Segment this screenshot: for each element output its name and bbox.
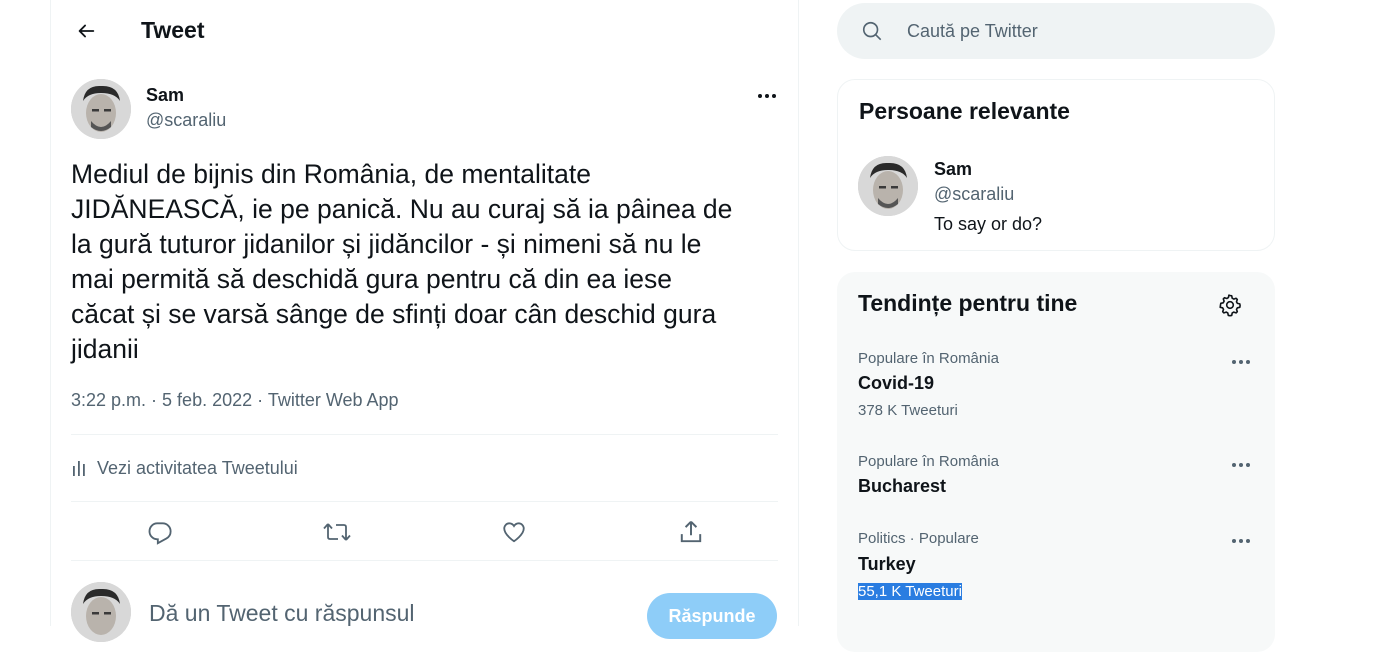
tweet-time[interactable]: 3:22 p.m. — [71, 390, 146, 410]
trend-context: Populare în România — [858, 350, 999, 367]
reply-input[interactable]: Dă un Tweet cu răspunsul — [149, 600, 415, 627]
person-bio: To say or do? — [934, 214, 1043, 234]
trends-card: Tendințe pentru tine Populare în România… — [837, 272, 1275, 652]
analytics-icon — [73, 461, 85, 476]
more-icon — [1232, 463, 1250, 467]
person-name[interactable]: Sam — [934, 159, 972, 180]
retweet-action-button[interactable] — [317, 512, 357, 552]
tweet-meta: 3:22 p.m. · 5 feb. 2022 · Twitter Web Ap… — [71, 390, 399, 410]
heart-icon — [503, 522, 525, 543]
search-icon — [861, 20, 883, 42]
trend-name: Covid-19 — [858, 373, 935, 393]
search-box[interactable] — [837, 3, 1275, 59]
divider — [71, 501, 778, 502]
more-icon — [758, 94, 776, 98]
tweet-more-button[interactable] — [751, 82, 783, 110]
more-icon — [1232, 539, 1250, 543]
avatar-photo — [858, 156, 918, 216]
avatar-photo — [71, 582, 131, 642]
trends-settings-button[interactable] — [1213, 288, 1247, 322]
divider — [71, 560, 778, 561]
tweet-date[interactable]: 5 feb. 2022 — [162, 390, 252, 410]
retweet-icon — [323, 523, 351, 541]
arrow-left-icon — [78, 24, 95, 38]
tweet-activity-link[interactable]: Vezi activitatea Tweetului — [71, 448, 298, 488]
trend-count: 55,1 K Tweeturi — [858, 583, 962, 600]
page-title: Tweet — [141, 17, 205, 43]
person-avatar[interactable] — [858, 156, 918, 216]
trend-count: 378 K Tweeturi — [858, 402, 958, 419]
reply-action-button[interactable] — [140, 512, 180, 552]
like-action-button[interactable] — [494, 512, 534, 552]
relevant-people-card: Persoane relevante Sam @scaraliu To say … — [837, 79, 1275, 251]
more-icon — [1232, 360, 1250, 364]
page-header: Tweet — [51, 0, 798, 62]
person-handle[interactable]: @scaraliu — [934, 184, 1014, 205]
trend-more-button[interactable] — [1225, 350, 1257, 374]
avatar-photo — [71, 79, 131, 139]
divider — [71, 434, 778, 435]
tweet-text: Mediul de bijnis din România, de mentali… — [71, 159, 733, 364]
trend-more-button[interactable] — [1225, 453, 1257, 477]
main-column: Tweet Sam @scaraliu Mediul de bijnis din… — [50, 0, 799, 642]
author-name[interactable]: Sam — [146, 85, 184, 106]
reply-avatar[interactable] — [71, 582, 131, 642]
trend-context: Populare în România — [858, 453, 999, 470]
trends-title: Tendințe pentru tine — [858, 290, 1078, 316]
share-icon — [680, 521, 702, 543]
comment-icon — [148, 522, 172, 545]
tweet-source[interactable]: Twitter Web App — [268, 390, 399, 410]
activity-label: Vezi activitatea Tweetului — [97, 457, 298, 478]
relevant-people-title: Persoane relevante — [859, 98, 1070, 124]
share-action-button[interactable] — [671, 512, 711, 552]
author-handle[interactable]: @scaraliu — [146, 110, 226, 131]
author-avatar[interactable] — [71, 79, 131, 139]
trend-context: Politics · Populare — [858, 530, 979, 547]
reply-submit-button[interactable]: Răspunde — [647, 593, 777, 639]
tweet-actions — [71, 508, 778, 554]
trend-name: Turkey — [858, 554, 916, 574]
search-input[interactable] — [905, 19, 1239, 43]
trend-name: Bucharest — [858, 476, 947, 496]
back-button[interactable] — [69, 14, 103, 48]
trend-more-button[interactable] — [1225, 529, 1257, 553]
gear-icon — [1219, 294, 1241, 317]
